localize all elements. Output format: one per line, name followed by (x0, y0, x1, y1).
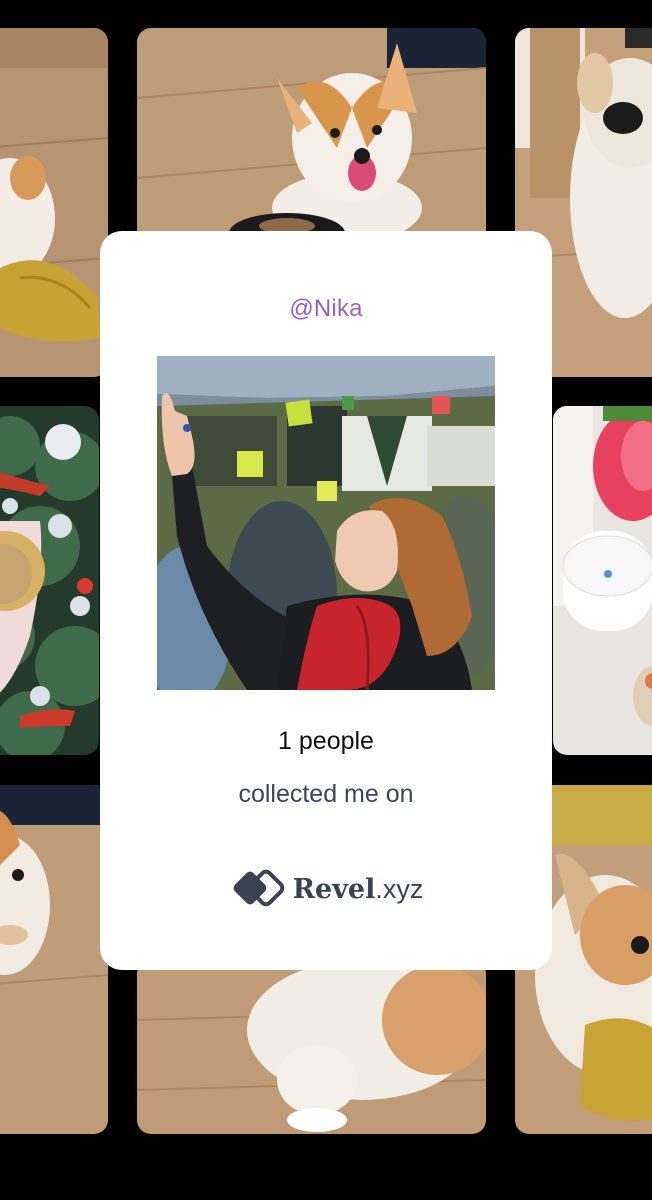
collected-photo[interactable] (157, 356, 495, 690)
collected-caption: collected me on (238, 780, 414, 808)
revel-logo-icon (229, 869, 285, 909)
owner-handle[interactable]: @Nika (100, 295, 552, 323)
brand-name: Revel (292, 874, 376, 905)
brand-wordmark: Revel.xyz (293, 872, 424, 906)
collector-card: @Nika 1 people collected me on Revel.xyz (100, 231, 552, 970)
collector-share-screen: @Nika 1 people collected me on Revel.xyz (0, 0, 652, 1200)
tile-corgi-back (137, 960, 486, 1134)
tile-tulip-and-candle (553, 406, 652, 755)
tile-corgi-sitting-left (0, 785, 108, 1134)
tile-corgi-licking-nose (137, 28, 486, 248)
collector-count: 1 people (278, 727, 374, 755)
brand-tld: .xyz (375, 874, 424, 904)
revel-brand-link[interactable]: Revel.xyz (100, 869, 552, 909)
tile-corgi-yellow-toy-left (0, 28, 108, 377)
tile-christmas-tree-with-cup (0, 406, 99, 755)
